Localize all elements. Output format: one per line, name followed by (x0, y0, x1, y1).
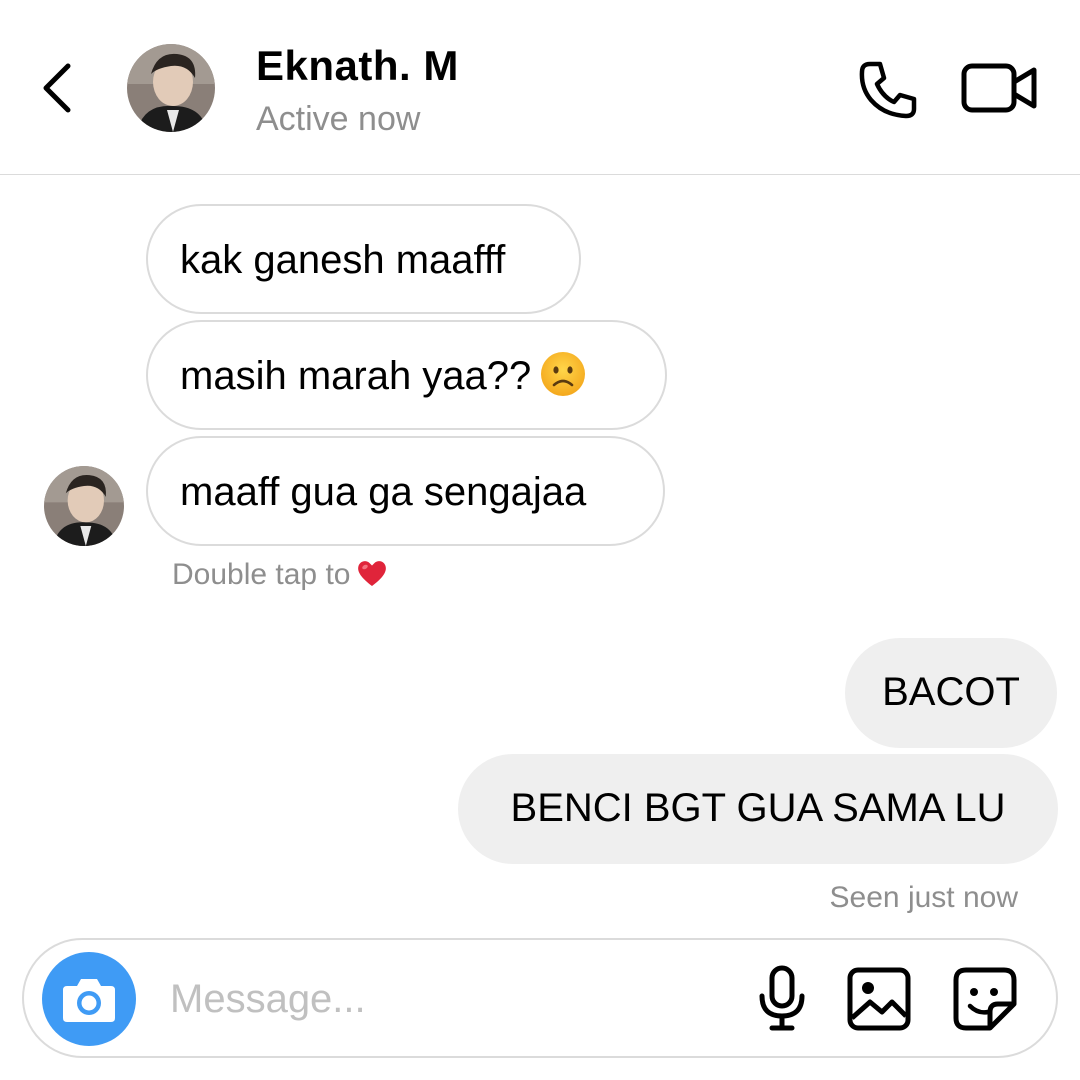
double-tap-text: Double tap to (172, 558, 351, 591)
message-text: BACOT (882, 670, 1020, 714)
camera-icon (63, 979, 115, 1022)
phone-icon (859, 61, 917, 119)
image-icon (847, 967, 911, 1031)
microphone-icon (759, 965, 805, 1031)
chevron-left-icon (43, 63, 71, 113)
frowning-face-icon (541, 352, 586, 397)
gallery-button[interactable] (846, 966, 912, 1032)
message-input[interactable] (170, 968, 730, 1030)
active-status: Active now (256, 100, 421, 138)
sticker-icon (953, 967, 1017, 1031)
heart-icon (358, 561, 387, 587)
seen-status: Seen just now (829, 881, 1018, 914)
voice-message-button[interactable] (752, 964, 812, 1032)
incoming-message[interactable]: masih marah yaa?? (146, 320, 667, 430)
double-tap-hint: Double tap to (172, 558, 388, 592)
video-call-button[interactable] (960, 60, 1040, 116)
chat-header: Eknath. M Active now (0, 0, 1080, 175)
video-camera-icon (961, 63, 1037, 113)
incoming-message[interactable]: maaff gua ga sengajaa (146, 436, 665, 546)
incoming-message[interactable]: kak ganesh maafff (146, 204, 581, 314)
outgoing-message[interactable]: BENCI BGT GUA SAMA LU (458, 754, 1058, 864)
contact-name[interactable]: Eknath. M (256, 42, 459, 90)
sender-avatar[interactable] (44, 466, 124, 546)
message-text: masih marah yaa?? (180, 354, 532, 398)
sticker-button[interactable] (952, 966, 1018, 1032)
message-composer (22, 938, 1058, 1058)
outgoing-message[interactable]: BACOT (845, 638, 1057, 748)
message-text: maaff gua ga sengajaa (180, 470, 587, 514)
camera-button[interactable] (42, 952, 136, 1046)
back-button[interactable] (36, 58, 80, 118)
contact-avatar[interactable] (127, 44, 215, 132)
message-text: BENCI BGT GUA SAMA LU (510, 786, 1006, 830)
message-text: kak ganesh maafff (180, 238, 506, 282)
voice-call-button[interactable] (856, 58, 920, 122)
